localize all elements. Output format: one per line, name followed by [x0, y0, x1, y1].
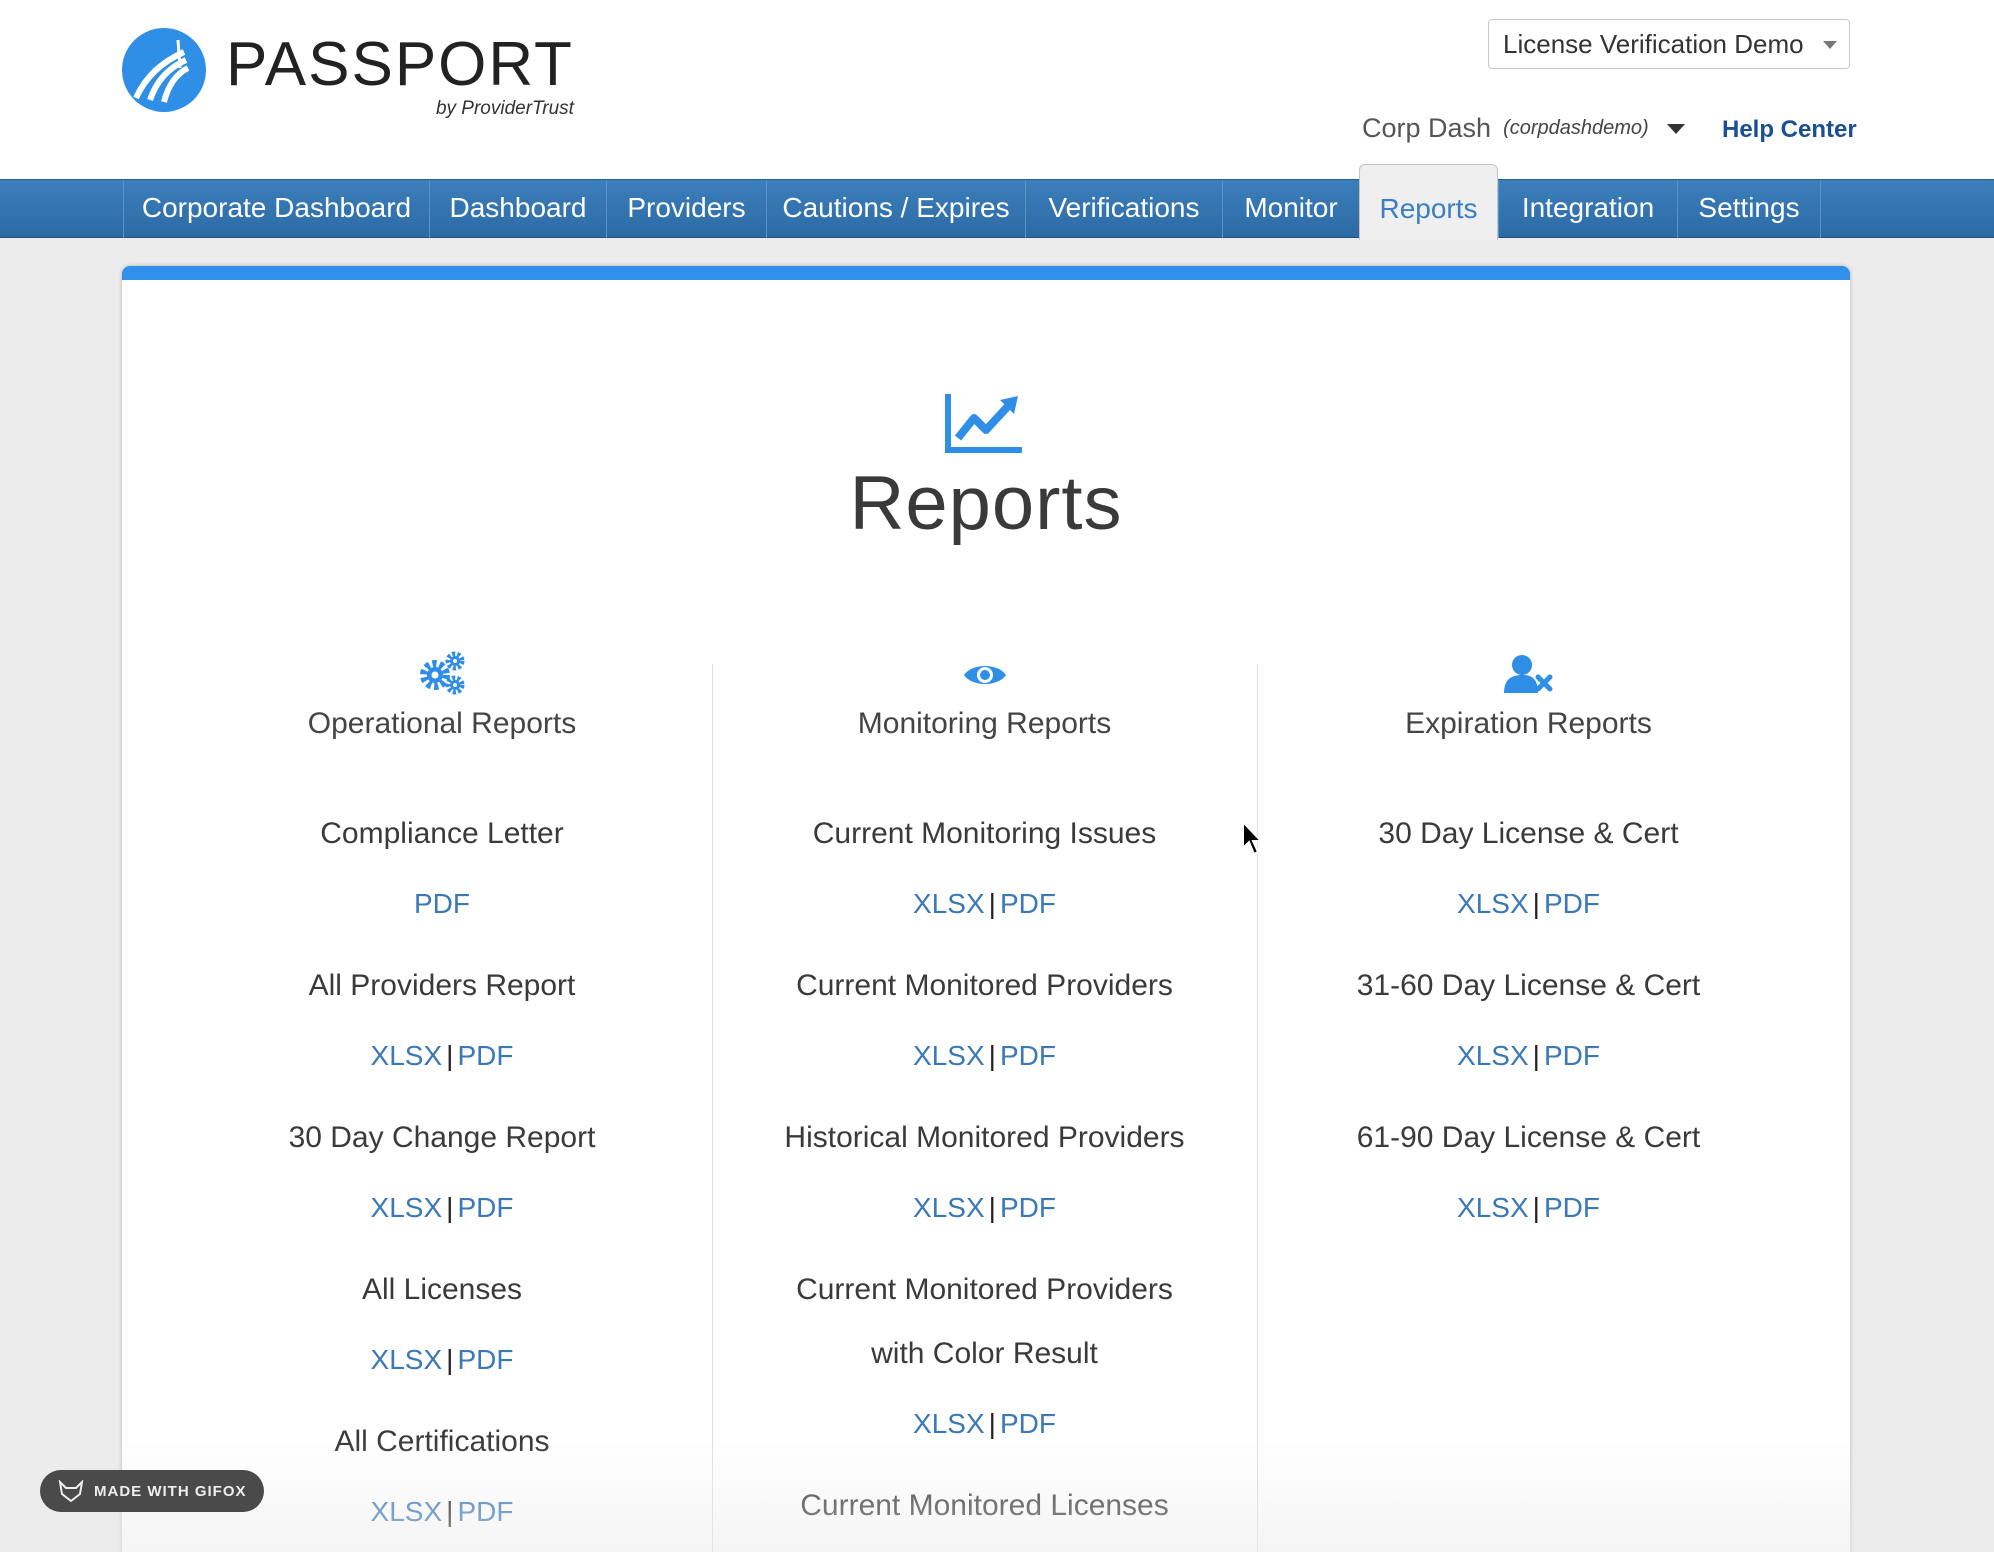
xlsx-link[interactable]: XLSX: [913, 1192, 985, 1223]
pdf-link[interactable]: PDF: [457, 1496, 513, 1527]
fox-icon: [58, 1480, 84, 1502]
chevron-down-icon: [1823, 41, 1837, 49]
report-name: All Certifications: [334, 1425, 550, 1458]
organization-select-value: License Verification Demo: [1503, 29, 1804, 59]
column-title: Monitoring Reports: [857, 707, 1112, 740]
pdf-link[interactable]: PDF: [1544, 1192, 1600, 1223]
report-name: Current Monitored Licenses: [800, 1489, 1169, 1522]
reports-panel: Reports Operational Reports Compliance L…: [122, 266, 1850, 1552]
eye-icon: [963, 666, 1006, 684]
pdf-link[interactable]: PDF: [457, 1040, 513, 1071]
monitoring-reports-column: Monitoring Reports Current Monitoring Is…: [722, 650, 1247, 1538]
xlsx-link[interactable]: XLSX: [371, 1496, 443, 1527]
report-item: 30 Day License & Cert XLSX | PDF: [1267, 802, 1790, 954]
xlsx-link[interactable]: XLSX: [371, 1344, 443, 1375]
report-name: Current Monitored Providers: [796, 1273, 1173, 1306]
report-name: All Licenses: [361, 1273, 523, 1306]
xlsx-link[interactable]: XLSX: [1457, 1192, 1529, 1223]
xlsx-link[interactable]: XLSX: [1457, 888, 1529, 919]
report-item: Current Monitored Providers with Color R…: [722, 1258, 1247, 1474]
report-item: Current Monitored Providers XLSX | PDF: [722, 954, 1247, 1106]
tab-integration[interactable]: Integration: [1498, 180, 1677, 238]
report-item: 30 Day Change Report XLSX | PDF: [182, 1106, 702, 1258]
user-times-icon: [1503, 655, 1552, 693]
column-divider: [712, 664, 713, 1552]
xlsx-link[interactable]: XLSX: [913, 1408, 985, 1439]
tab-cautions-expires[interactable]: Cautions / Expires: [766, 180, 1025, 238]
pdf-link[interactable]: PDF: [1544, 1040, 1600, 1071]
report-item: All Providers Report XLSX | PDF: [182, 954, 702, 1106]
column-title: Expiration Reports: [1405, 707, 1652, 740]
report-name: Current Monitored Providers: [796, 969, 1173, 1002]
brand-name: PASSPORT: [226, 30, 574, 99]
tab-corporate-dashboard[interactable]: Corporate Dashboard: [123, 180, 429, 238]
operational-reports-column: Operational Reports Compliance Letter PD…: [182, 650, 702, 1552]
tab-reports[interactable]: Reports: [1359, 164, 1498, 240]
report-name: 61-90 Day License & Cert: [1356, 1121, 1701, 1154]
gears-icon: [420, 651, 465, 695]
brand-tagline: by ProviderTrust: [435, 98, 574, 119]
user-name: Corp Dash: [1362, 113, 1492, 143]
user-menu[interactable]: Corp Dash (corpdashdemo): [1362, 113, 1685, 144]
pdf-link[interactable]: PDF: [1544, 888, 1600, 919]
expiration-reports-column: Expiration Reports 30 Day License & Cert…: [1267, 650, 1790, 1258]
pdf-link[interactable]: PDF: [1000, 1040, 1056, 1071]
gifox-watermark: MADE WITH GIFOX: [40, 1470, 264, 1512]
report-item: Historical Monitored Providers XLSX | PDF: [722, 1106, 1247, 1258]
report-name: All Providers Report: [308, 969, 576, 1002]
xlsx-link[interactable]: XLSX: [913, 1040, 985, 1071]
mouse-cursor-icon: [1242, 820, 1264, 856]
help-center-link[interactable]: Help Center: [1722, 116, 1857, 144]
report-name: Current Monitoring Issues: [812, 817, 1157, 850]
report-item: All Licenses XLSX | PDF: [182, 1258, 702, 1410]
tab-monitor[interactable]: Monitor: [1222, 180, 1359, 238]
report-name: 31-60 Day License & Cert: [1356, 969, 1701, 1002]
pdf-link[interactable]: PDF: [414, 888, 470, 919]
user-id: (corpdashdemo): [1503, 117, 1649, 139]
xlsx-link[interactable]: XLSX: [1457, 1040, 1529, 1071]
caret-down-icon: [1666, 123, 1685, 134]
report-item: 31-60 Day License & Cert XLSX | PDF: [1267, 954, 1790, 1106]
report-name-continued: with Color Result: [871, 1337, 1098, 1370]
watermark-label: MADE WITH GIFOX: [94, 1482, 247, 1500]
logo-mark-icon: [122, 28, 206, 112]
tab-settings[interactable]: Settings: [1677, 180, 1821, 238]
xlsx-link[interactable]: XLSX: [371, 1192, 443, 1223]
pdf-link[interactable]: PDF: [457, 1192, 513, 1223]
tab-providers[interactable]: Providers: [606, 180, 766, 238]
report-name: 30 Day License & Cert: [1378, 817, 1679, 850]
column-divider: [1257, 664, 1258, 1552]
pdf-link[interactable]: PDF: [1000, 1192, 1056, 1223]
page-title: Reports: [849, 461, 1123, 546]
main-nav: Corporate Dashboard Dashboard Providers …: [0, 164, 1994, 240]
report-item: Current Monitored Licenses: [722, 1474, 1247, 1538]
report-name: 30 Day Change Report: [288, 1121, 596, 1154]
report-item: Current Monitoring Issues XLSX | PDF: [722, 802, 1247, 954]
pdf-link[interactable]: PDF: [1000, 1408, 1056, 1439]
column-title: Operational Reports: [307, 707, 577, 740]
organization-select[interactable]: License Verification Demo: [1488, 19, 1850, 69]
header: PASSPORT by ProviderTrust License Verifi…: [0, 0, 1994, 180]
pdf-link[interactable]: PDF: [1000, 888, 1056, 919]
report-name: Compliance Letter: [320, 817, 564, 850]
report-name: Historical Monitored Providers: [784, 1121, 1185, 1154]
xlsx-link[interactable]: XLSX: [371, 1040, 443, 1071]
pdf-link[interactable]: PDF: [457, 1344, 513, 1375]
tab-verifications[interactable]: Verifications: [1025, 180, 1222, 238]
report-item: Compliance Letter PDF: [182, 802, 702, 954]
tab-dashboard[interactable]: Dashboard: [429, 180, 606, 238]
report-item: 61-90 Day License & Cert XLSX | PDF: [1267, 1106, 1790, 1258]
passport-logo[interactable]: PASSPORT by ProviderTrust: [122, 28, 574, 120]
xlsx-link[interactable]: XLSX: [913, 888, 985, 919]
chart-line-icon: [945, 394, 1022, 453]
